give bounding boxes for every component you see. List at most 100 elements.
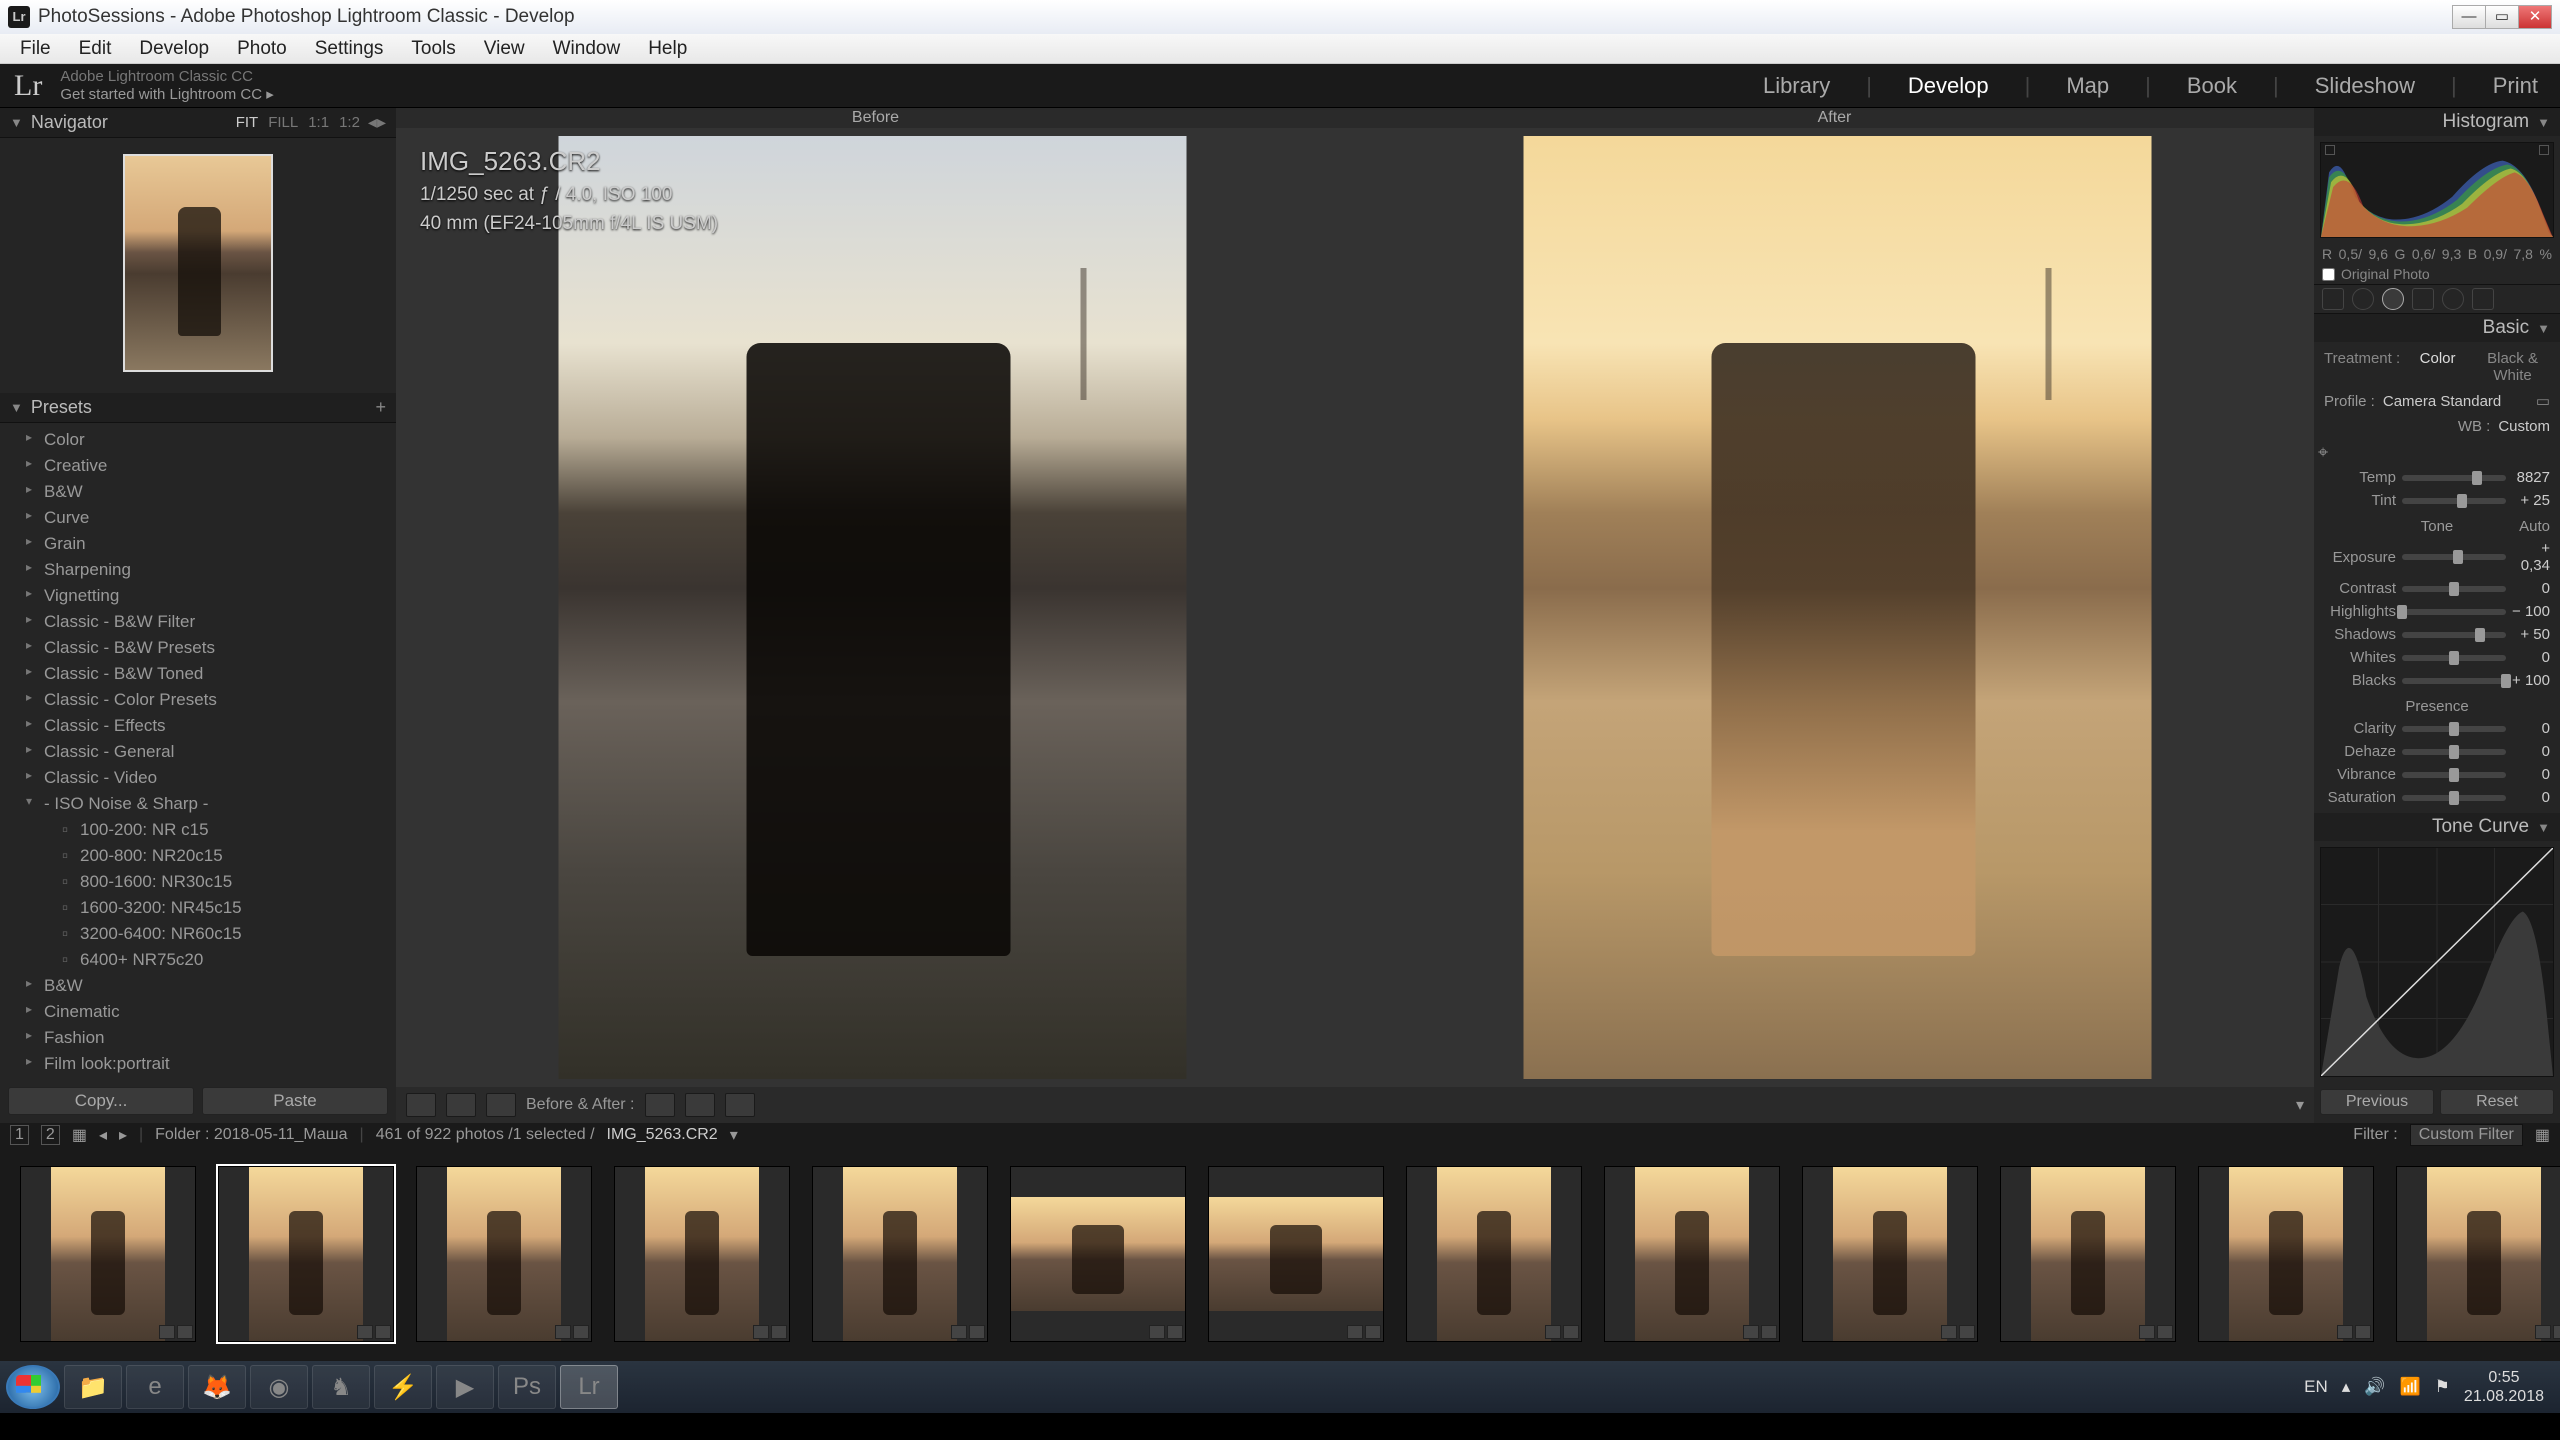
taskbar-winamp[interactable]: ⚡: [374, 1365, 432, 1409]
exposure-slider[interactable]: [2402, 554, 2506, 560]
preset-group[interactable]: Classic - General: [0, 739, 396, 765]
menu-photo[interactable]: Photo: [223, 38, 301, 60]
minimize-button[interactable]: —: [2452, 5, 2486, 29]
highlight-clip-icon[interactable]: [2539, 145, 2549, 155]
tray-up-icon[interactable]: ▴: [2342, 1377, 2351, 1397]
filmstrip-thumb[interactable]: [812, 1166, 988, 1342]
filmstrip-thumb[interactable]: [20, 1166, 196, 1342]
folder-path[interactable]: Folder : 2018-05-11_Маша: [155, 1126, 347, 1144]
module-slideshow[interactable]: Slideshow: [2307, 69, 2423, 103]
preset-group[interactable]: Classic - B&W Toned: [0, 661, 396, 687]
screen-2[interactable]: 2: [41, 1125, 60, 1145]
menu-file[interactable]: File: [6, 38, 65, 60]
volume-icon[interactable]: 🔊: [2364, 1377, 2385, 1397]
zoom-chevron-icon[interactable]: ◂▸: [368, 112, 386, 133]
preset-group[interactable]: Film look:portrait: [0, 1051, 396, 1077]
exposure-value[interactable]: + 0,34: [2512, 540, 2550, 574]
treatment-color[interactable]: Color: [2400, 350, 2475, 384]
paste-button[interactable]: Paste: [202, 1087, 388, 1115]
zoom-1-1[interactable]: 1:1: [308, 114, 329, 131]
preset-group[interactable]: Grain: [0, 531, 396, 557]
add-preset-icon[interactable]: +: [375, 397, 386, 418]
preset-group[interactable]: Classic - B&W Filter: [0, 609, 396, 635]
presets-header[interactable]: ▼ Presets +: [0, 393, 396, 423]
dehaze-value[interactable]: 0: [2512, 743, 2550, 760]
network-icon[interactable]: 📶: [2400, 1377, 2421, 1397]
saturation-slider[interactable]: [2402, 795, 2506, 801]
histogram-header[interactable]: Histogram▼: [2314, 108, 2560, 136]
preset-group[interactable]: Classic - Effects: [0, 713, 396, 739]
tone-curve[interactable]: [2320, 847, 2554, 1077]
taskbar-photoshop[interactable]: Ps: [498, 1365, 556, 1409]
navigator-header[interactable]: ▼ Navigator FITFILL1:11:2 ◂▸: [0, 108, 396, 138]
preset-group[interactable]: Vignetting: [0, 583, 396, 609]
blacks-slider[interactable]: [2402, 678, 2506, 684]
filmstrip[interactable]: [0, 1147, 2560, 1361]
clarity-slider[interactable]: [2402, 726, 2506, 732]
preset-item[interactable]: 1600-3200: NR45c15: [0, 895, 396, 921]
preset-group[interactable]: Classic - B&W Presets: [0, 635, 396, 661]
treatment-bw[interactable]: Black & White: [2475, 350, 2550, 384]
nav-fwd-icon[interactable]: ▸: [119, 1125, 127, 1145]
contrast-slider[interactable]: [2402, 586, 2506, 592]
preset-group[interactable]: Matte film: [0, 1077, 396, 1079]
clarity-value[interactable]: 0: [2512, 720, 2550, 737]
menu-edit[interactable]: Edit: [65, 38, 126, 60]
preset-group[interactable]: Curve: [0, 505, 396, 531]
taskbar-wmp[interactable]: ▶: [436, 1365, 494, 1409]
whites-slider[interactable]: [2402, 655, 2506, 661]
shadows-slider[interactable]: [2402, 632, 2506, 638]
taskbar-firefox[interactable]: 🦊: [188, 1365, 246, 1409]
auto-tone[interactable]: Auto: [2519, 518, 2550, 535]
loupe-view-button[interactable]: [406, 1093, 436, 1117]
nav-back-icon[interactable]: ◂: [99, 1125, 107, 1145]
filmstrip-thumb[interactable]: [2000, 1166, 2176, 1342]
filter-dropdown[interactable]: Custom Filter: [2410, 1124, 2523, 1146]
preset-item[interactable]: 6400+ NR75c20: [0, 947, 396, 973]
close-button[interactable]: ✕: [2518, 5, 2552, 29]
spot-tool[interactable]: [2352, 288, 2374, 310]
grad-filter-tool[interactable]: [2412, 288, 2434, 310]
preset-group[interactable]: B&W: [0, 479, 396, 505]
ba-layout-1[interactable]: [645, 1093, 675, 1117]
ba-layout-3[interactable]: [725, 1093, 755, 1117]
module-library[interactable]: Library: [1755, 69, 1838, 103]
clock[interactable]: 0:55 21.08.2018: [2464, 1368, 2544, 1406]
reset-button[interactable]: Reset: [2440, 1089, 2554, 1115]
module-book[interactable]: Book: [2179, 69, 2245, 103]
temp-value[interactable]: 8827: [2512, 469, 2550, 486]
original-photo-check[interactable]: [2322, 268, 2335, 281]
profile-value[interactable]: Camera Standard: [2383, 393, 2528, 410]
filter-lock-icon[interactable]: ▦: [2535, 1125, 2550, 1145]
preset-group[interactable]: Fashion: [0, 1025, 396, 1051]
menu-develop[interactable]: Develop: [125, 38, 223, 60]
ba-layout-2[interactable]: [685, 1093, 715, 1117]
whites-value[interactable]: 0: [2512, 649, 2550, 666]
saturation-value[interactable]: 0: [2512, 789, 2550, 806]
menu-tools[interactable]: Tools: [397, 38, 469, 60]
module-print[interactable]: Print: [2485, 69, 2546, 103]
taskbar-chrome[interactable]: ◉: [250, 1365, 308, 1409]
taskbar-start[interactable]: [6, 1365, 60, 1409]
highlights-slider[interactable]: [2402, 609, 2506, 615]
radial-filter-tool[interactable]: [2442, 288, 2464, 310]
compare-view-button[interactable]: [446, 1093, 476, 1117]
before-image[interactable]: [410, 136, 1335, 1079]
taskbar-wot[interactable]: ♞: [312, 1365, 370, 1409]
tonecurve-header[interactable]: Tone Curve▼: [2314, 813, 2560, 841]
preset-group[interactable]: - ISO Noise & Sharp -: [0, 791, 396, 817]
tint-value[interactable]: + 25: [2512, 492, 2550, 509]
after-image[interactable]: [1375, 136, 2300, 1079]
filmstrip-thumb[interactable]: [2396, 1166, 2560, 1342]
preset-group[interactable]: B&W: [0, 973, 396, 999]
eyedropper-icon[interactable]: ⌖: [2318, 442, 2328, 463]
zoom-1-2[interactable]: 1:2: [339, 114, 360, 131]
basic-header[interactable]: Basic▼: [2314, 314, 2560, 342]
crop-tool[interactable]: [2322, 288, 2344, 310]
preset-group[interactable]: Classic - Color Presets: [0, 687, 396, 713]
vibrance-value[interactable]: 0: [2512, 766, 2550, 783]
filmstrip-thumb[interactable]: [1406, 1166, 1582, 1342]
preset-group[interactable]: Color: [0, 427, 396, 453]
filmstrip-thumb[interactable]: [416, 1166, 592, 1342]
filmstrip-thumb[interactable]: [1010, 1166, 1186, 1342]
